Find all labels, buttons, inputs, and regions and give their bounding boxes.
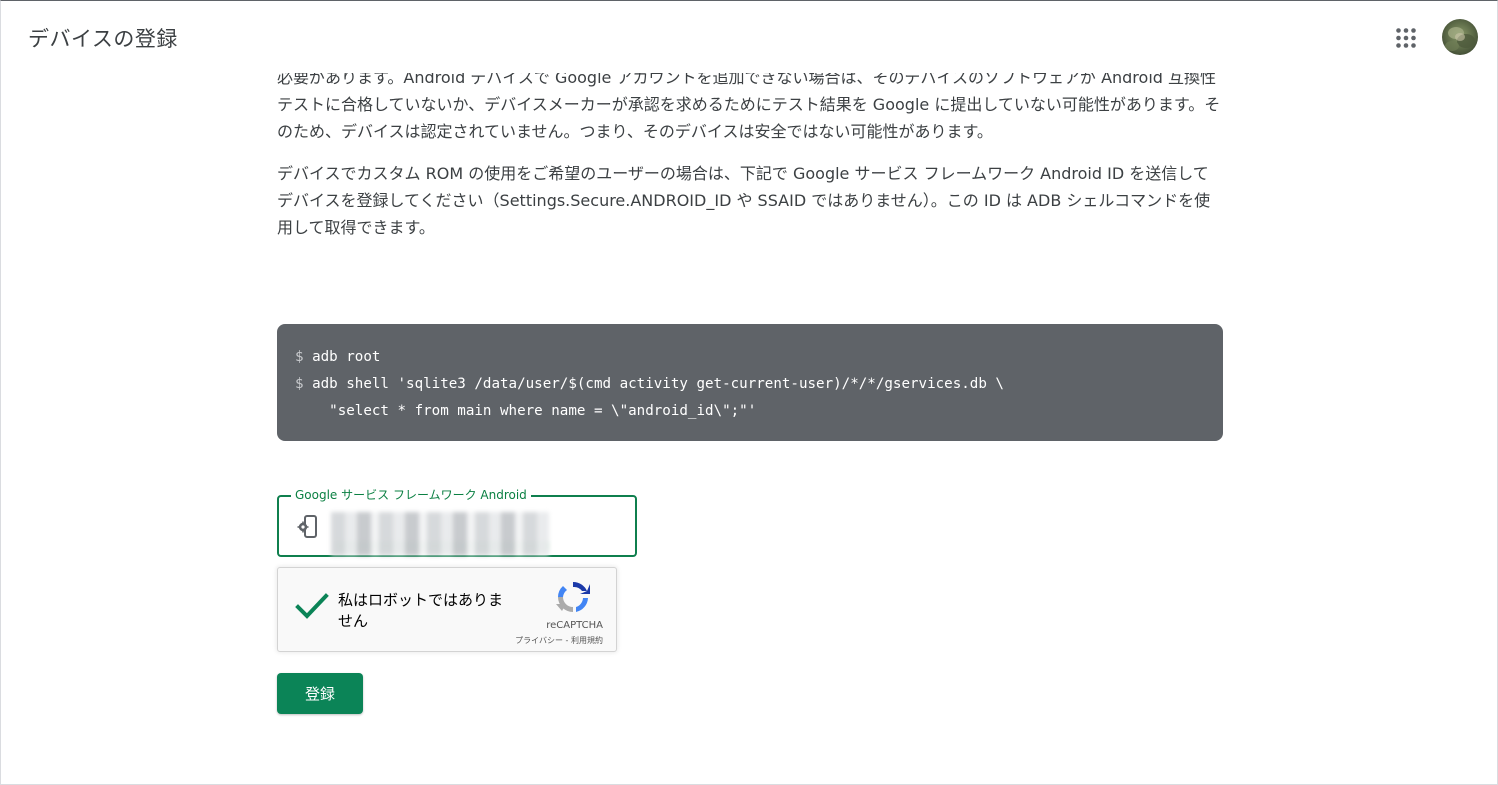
terms-link[interactable]: 利用規約 — [571, 636, 603, 645]
device-settings-icon — [297, 515, 319, 539]
code-line: "select * from main where name = \"andro… — [329, 403, 757, 419]
recaptcha-logo-icon — [554, 578, 592, 616]
grid-apps-icon[interactable] — [1395, 27, 1417, 49]
main-content: 必要があります。Android デバイスで Google アカウントを追加できな… — [277, 64, 1223, 256]
code-line: $ adb root — [295, 349, 381, 365]
intro-paragraph: 必要があります。Android デバイスで Google アカウントを追加できな… — [277, 68, 1221, 141]
page-title: デバイスの登録 — [28, 27, 178, 51]
recaptcha-widget: 私はロボットではありません reCAPTCHA プライバシー - 利用規約 — [277, 567, 617, 652]
privacy-link[interactable]: プライバシー — [515, 636, 563, 645]
android-id-field-label: Google サービス フレームワーク Android ID — [291, 487, 531, 503]
register-button[interactable]: 登録 — [277, 673, 363, 714]
recaptcha-links: プライバシー - 利用規約 — [493, 635, 603, 646]
app-window: デバイスの登録 必要があります。Android デバイスで Google アカウ… — [0, 0, 1498, 785]
adb-code-block: $ adb root $ adb shell 'sqlite3 /data/use… — [277, 324, 1223, 441]
avatar[interactable] — [1442, 19, 1478, 55]
checkmark-icon[interactable] — [295, 592, 329, 622]
code-line: $ adb shell 'sqlite3 /data/user/$(cmd ac… — [295, 376, 1004, 392]
recaptcha-brand: reCAPTCHA — [546, 620, 603, 631]
link-separator: - — [563, 636, 571, 645]
recaptcha-label: 私はロボットではありません — [338, 591, 504, 630]
android-id-field[interactable]: Google サービス フレームワーク Android ID 4 — [277, 487, 637, 557]
custom-rom-paragraph: デバイスでカスタム ROM の使用をご希望のユーザーの場合は、下記で Googl… — [277, 164, 1211, 237]
android-id-input-value[interactable]: 4 — [331, 512, 549, 556]
top-bar: デバイスの登録 — [1, 1, 1497, 73]
